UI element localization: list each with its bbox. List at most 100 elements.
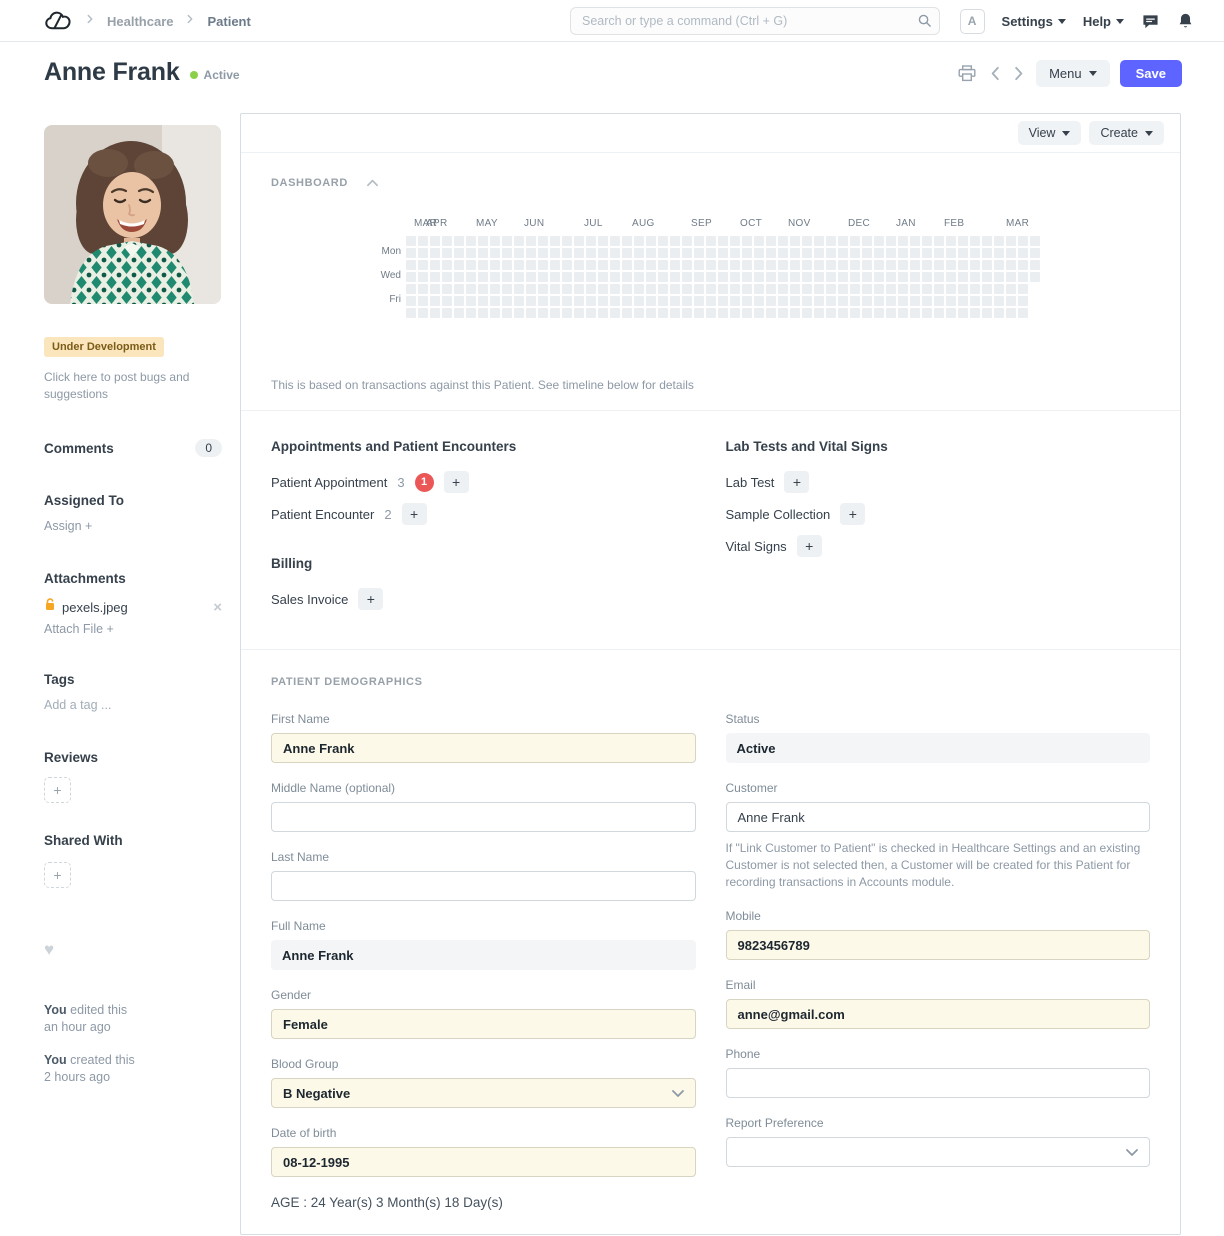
heatmap-cell [982, 284, 992, 294]
form-column-left: First Name Anne Frank Middle Name (optio… [271, 712, 696, 1210]
view-button[interactable]: View [1018, 121, 1082, 145]
heatmap-cell [658, 284, 668, 294]
heatmap-cell [550, 284, 560, 294]
first-name-input[interactable]: Anne Frank [271, 733, 696, 763]
heatmap-cell [754, 284, 764, 294]
field-label: Gender [271, 988, 696, 1003]
middle-name-input[interactable] [271, 802, 696, 832]
heatmap-cell [442, 308, 452, 318]
heatmap-cell [610, 236, 620, 246]
date-of-birth-input[interactable]: 08-12-1995 [271, 1147, 696, 1177]
dashboard-section: DASHBOARD MARAPRMAYJUNJULAUGSEPOCTNOVDEC… [241, 153, 1180, 411]
assigned-to-label: Assigned To [44, 493, 222, 508]
add-tag-input[interactable]: Add a tag ... [44, 698, 222, 712]
mobile-input[interactable]: 9823456789 [726, 930, 1151, 960]
search-icon [917, 13, 932, 33]
remove-attachment-icon[interactable]: × [213, 600, 222, 615]
avatar[interactable]: A [960, 9, 985, 34]
link-label[interactable]: Lab Test [726, 475, 775, 490]
field-mobile: Mobile 9823456789 [726, 909, 1151, 960]
notifications-bell-icon[interactable] [1177, 12, 1194, 30]
collapse-section-icon[interactable] [366, 174, 379, 192]
create-button[interactable]: Create [1089, 121, 1164, 145]
heatmap-cell [1018, 308, 1028, 318]
link-row-vital-signs: Vital Signs + [726, 530, 1151, 562]
print-icon[interactable] [956, 63, 978, 84]
activity-entry: You edited this an hour ago [44, 1002, 222, 1036]
heatmap-cell [814, 248, 824, 258]
sidebar-activity: You edited this an hour ago You created … [44, 1002, 222, 1086]
heatmap-cell [610, 260, 620, 270]
heatmap-cell [742, 308, 752, 318]
blood-group-select[interactable]: B Negative [271, 1078, 696, 1108]
post-bugs-link[interactable]: Click here to post bugs and suggestions [44, 369, 222, 403]
heatmap-cell [502, 272, 512, 282]
feedback-icon[interactable] [1141, 13, 1160, 30]
heatmap-cell [586, 248, 596, 258]
report-preference-select[interactable] [726, 1137, 1151, 1167]
assign-button[interactable]: Assign + [44, 519, 222, 533]
add-vital-signs-button[interactable]: + [797, 535, 822, 557]
heatmap-cell [598, 296, 608, 306]
heatmap-cell [802, 308, 812, 318]
heatmap-month-label: MAY [476, 218, 498, 229]
add-patient-appointment-button[interactable]: + [444, 471, 469, 493]
breadcrumb-item-patient[interactable]: Patient [207, 14, 250, 29]
heatmap-month-label: JUL [584, 218, 603, 229]
heatmap-cell [958, 272, 968, 282]
add-share-button[interactable]: + [44, 862, 71, 888]
attach-file-button[interactable]: Attach File + [44, 622, 222, 636]
heatmap-cell [766, 308, 776, 318]
add-patient-encounter-button[interactable]: + [402, 503, 427, 525]
add-lab-test-button[interactable]: + [784, 471, 809, 493]
menu-button[interactable]: Menu [1036, 60, 1110, 87]
email-input[interactable]: anne@gmail.com [726, 999, 1151, 1029]
heatmap-cell [886, 284, 896, 294]
heatmap-cell [598, 248, 608, 258]
heatmap-cell [970, 284, 980, 294]
next-record-icon[interactable] [1012, 64, 1026, 83]
app-logo[interactable] [44, 10, 73, 32]
heatmap-cell [682, 272, 692, 282]
field-label: Customer [726, 781, 1151, 796]
link-label[interactable]: Patient Encounter [271, 507, 374, 522]
open-count-badge[interactable]: 1 [415, 473, 434, 492]
add-sample-collection-button[interactable]: + [840, 503, 865, 525]
heatmap-cell [706, 296, 716, 306]
add-review-button[interactable]: + [44, 777, 71, 803]
link-group-title: Billing [271, 556, 696, 571]
breadcrumb-item-healthcare[interactable]: Healthcare [107, 14, 173, 29]
field-label: Mobile [726, 909, 1151, 924]
heatmap-cell [790, 296, 800, 306]
heatmap-cell [562, 296, 572, 306]
search-input[interactable] [570, 7, 940, 35]
link-label[interactable]: Sample Collection [726, 507, 831, 522]
attachment-file-link[interactable]: pexels.jpeg [62, 600, 128, 615]
heatmap-cell [826, 248, 836, 258]
heatmap-cell [418, 284, 428, 294]
unlock-icon[interactable] [44, 598, 56, 616]
heatmap-month-label: DEC [848, 218, 870, 229]
shared-with-label: Shared With [44, 833, 222, 848]
link-label[interactable]: Patient Appointment [271, 475, 387, 490]
heatmap-cell [574, 296, 584, 306]
blood-group-value: B Negative [283, 1086, 350, 1101]
comments-label[interactable]: Comments [44, 441, 114, 456]
gender-input[interactable]: Female [271, 1009, 696, 1039]
heatmap-cell [838, 236, 848, 246]
customer-input[interactable]: Anne Frank [726, 802, 1151, 832]
heatmap-cell [718, 284, 728, 294]
patient-photo[interactable] [44, 125, 221, 304]
link-label[interactable]: Sales Invoice [271, 592, 348, 607]
link-label[interactable]: Vital Signs [726, 539, 787, 554]
demographics-section-label: PATIENT DEMOGRAPHICS [271, 676, 423, 688]
add-sales-invoice-button[interactable]: + [358, 588, 383, 610]
like-heart-icon[interactable]: ♥ [44, 940, 222, 960]
help-menu[interactable]: Help [1083, 14, 1124, 29]
last-name-input[interactable] [271, 871, 696, 901]
save-button[interactable]: Save [1120, 60, 1182, 87]
settings-menu[interactable]: Settings [1002, 14, 1066, 29]
heatmap-cell [574, 260, 584, 270]
phone-input[interactable] [726, 1068, 1151, 1098]
prev-record-icon[interactable] [988, 64, 1002, 83]
